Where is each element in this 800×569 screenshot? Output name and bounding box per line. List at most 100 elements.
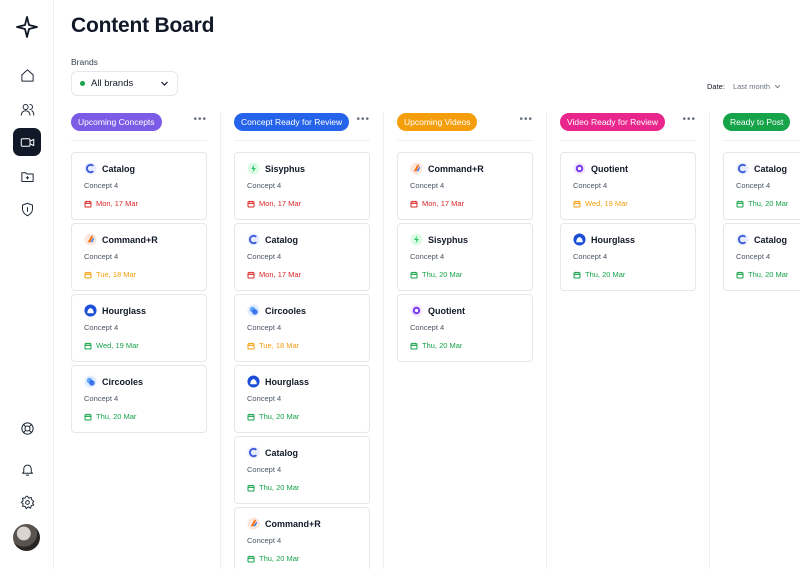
card-due-date-text: Tue, 18 Mar bbox=[259, 341, 300, 350]
content-card[interactable]: Quotient Concept 4 Thu, 20 Mar bbox=[397, 294, 533, 362]
card-brand: Catalog bbox=[247, 233, 298, 246]
nav-notifications[interactable] bbox=[13, 455, 41, 483]
card-due-date-text: Mon, 17 Mar bbox=[259, 270, 302, 279]
brand-logo-icon bbox=[247, 162, 260, 175]
kanban-board: Upcoming Concepts ••• Catalog Concept 4 Mon,… bbox=[71, 112, 800, 569]
card-due-date: Mon, 17 Mar bbox=[84, 199, 138, 208]
shield-icon bbox=[21, 202, 33, 216]
calendar-icon bbox=[736, 200, 744, 207]
content-card[interactable]: Hourglass Concept 4 Wed, 19 Mar bbox=[71, 294, 207, 362]
calendar-icon bbox=[84, 271, 92, 278]
nav-users[interactable] bbox=[13, 95, 41, 123]
board-column: Concept Ready for Review ••• Sisyphus Conce… bbox=[234, 112, 370, 569]
card-due-date-text: Thu, 20 Mar bbox=[259, 412, 300, 421]
content-card[interactable]: Sisyphus Concept 4 Thu, 20 Mar bbox=[397, 223, 533, 291]
brands-select-value: All brands bbox=[91, 78, 134, 89]
card-due-date-text: Thu, 20 Mar bbox=[96, 412, 137, 421]
card-concept: Concept 4 bbox=[84, 394, 119, 403]
card-brand-name: Command+R bbox=[102, 234, 158, 245]
calendar-icon bbox=[247, 413, 255, 420]
calendar-icon bbox=[84, 342, 92, 349]
brand-logo-icon bbox=[247, 446, 260, 459]
calendar-icon bbox=[573, 271, 581, 278]
content-card[interactable]: Command+R Concept 4 Thu, 20 Mar bbox=[234, 507, 370, 569]
card-brand-name: Command+R bbox=[428, 163, 484, 174]
more-options-icon[interactable]: ••• bbox=[193, 115, 207, 125]
more-options-icon[interactable]: ••• bbox=[519, 115, 533, 125]
column-divider bbox=[71, 140, 207, 141]
card-due-date: Thu, 20 Mar bbox=[247, 483, 299, 492]
card-due-date: Thu, 20 Mar bbox=[247, 554, 299, 563]
user-avatar[interactable] bbox=[13, 524, 40, 551]
content-card[interactable]: Catalog Concept 4 Thu, 20 Mar bbox=[234, 436, 370, 504]
column-separator bbox=[383, 112, 384, 569]
card-due-date-text: Mon, 17 Mar bbox=[259, 199, 302, 208]
content-card[interactable]: Catalog Concept 4 Thu, 20 Mar bbox=[723, 152, 800, 220]
column-status-pill: Upcoming Concepts bbox=[71, 113, 162, 131]
more-options-icon[interactable]: ••• bbox=[682, 115, 696, 125]
content-card[interactable]: Circooles Concept 4 Tue, 18 Mar bbox=[234, 294, 370, 362]
content-card[interactable]: Catalog Concept 4 Mon, 17 Mar bbox=[71, 152, 207, 220]
card-brand-name: Catalog bbox=[754, 234, 788, 245]
calendar-icon bbox=[736, 271, 744, 278]
home-icon bbox=[20, 68, 34, 82]
card-due-date-text: Tue, 18 Mar bbox=[96, 270, 137, 279]
card-brand-name: Hourglass bbox=[591, 234, 636, 245]
nav-security[interactable] bbox=[13, 195, 41, 223]
column-divider bbox=[397, 140, 533, 141]
card-concept: Concept 4 bbox=[410, 252, 445, 261]
nav-home[interactable] bbox=[13, 61, 41, 89]
card-due-date-text: Thu, 20 Mar bbox=[585, 270, 626, 279]
users-icon bbox=[20, 103, 34, 116]
card-due-date-text: Thu, 20 Mar bbox=[422, 270, 463, 279]
logo-icon[interactable] bbox=[16, 16, 38, 38]
calendar-icon bbox=[247, 271, 255, 278]
card-brand-name: Circooles bbox=[102, 376, 144, 387]
card-brand: Hourglass bbox=[573, 233, 635, 246]
nav-videos[interactable] bbox=[13, 128, 41, 156]
content-card[interactable]: Catalog Concept 4 Thu, 20 Mar bbox=[723, 223, 800, 291]
card-brand: Sisyphus bbox=[247, 162, 305, 175]
page-title: Content Board bbox=[71, 14, 215, 37]
content-card[interactable]: Sisyphus Concept 4 Mon, 17 Mar bbox=[234, 152, 370, 220]
card-brand-name: Catalog bbox=[265, 234, 299, 245]
column-header: Ready to Post bbox=[723, 112, 800, 132]
card-due-date-text: Thu, 20 Mar bbox=[748, 199, 789, 208]
content-card[interactable]: Quotient Concept 4 Wed, 19 Mar bbox=[560, 152, 696, 220]
card-brand: Catalog bbox=[84, 162, 135, 175]
column-header: Concept Ready for Review ••• bbox=[234, 112, 370, 132]
column-divider bbox=[723, 140, 800, 141]
content-card[interactable]: Hourglass Concept 4 Thu, 20 Mar bbox=[560, 223, 696, 291]
column-header: Video Ready for Review ••• bbox=[560, 112, 696, 132]
calendar-icon bbox=[410, 271, 418, 278]
nav-support[interactable] bbox=[13, 414, 41, 442]
card-brand-name: Sisyphus bbox=[265, 163, 306, 174]
card-brand: Quotient bbox=[410, 304, 465, 317]
nav-folder[interactable] bbox=[13, 162, 41, 190]
card-concept: Concept 4 bbox=[247, 536, 282, 545]
card-concept: Concept 4 bbox=[84, 252, 119, 261]
calendar-icon bbox=[247, 484, 255, 491]
brand-logo-icon bbox=[410, 304, 423, 317]
brands-select[interactable]: All brands bbox=[71, 71, 178, 96]
card-due-date: Tue, 18 Mar bbox=[84, 270, 136, 279]
more-options-icon[interactable]: ••• bbox=[356, 115, 370, 125]
content-card[interactable]: Catalog Concept 4 Mon, 17 Mar bbox=[234, 223, 370, 291]
board-column: Ready to Post Catalog Concept 4 Thu, 20 Mar… bbox=[723, 112, 800, 569]
card-due-date: Tue, 18 Mar bbox=[247, 341, 299, 350]
content-card[interactable]: Circooles Concept 4 Thu, 20 Mar bbox=[71, 365, 207, 433]
card-brand: Sisyphus bbox=[410, 233, 468, 246]
content-card[interactable]: Hourglass Concept 4 Thu, 20 Mar bbox=[234, 365, 370, 433]
gear-icon bbox=[20, 495, 34, 509]
content-card[interactable]: Command+R Concept 4 Tue, 18 Mar bbox=[71, 223, 207, 291]
nav-settings[interactable] bbox=[13, 488, 41, 516]
content-card[interactable]: Command+R Concept 4 Mon, 17 Mar bbox=[397, 152, 533, 220]
calendar-icon bbox=[410, 200, 418, 207]
date-filter-label: Date: bbox=[707, 82, 725, 91]
calendar-icon bbox=[573, 200, 581, 207]
chevron-down-icon bbox=[774, 85, 781, 89]
card-due-date: Wed, 19 Mar bbox=[573, 199, 628, 208]
date-filter[interactable]: Date: Last month bbox=[707, 82, 781, 91]
sidebar bbox=[0, 0, 54, 569]
card-brand-name: Sisyphus bbox=[428, 234, 469, 245]
